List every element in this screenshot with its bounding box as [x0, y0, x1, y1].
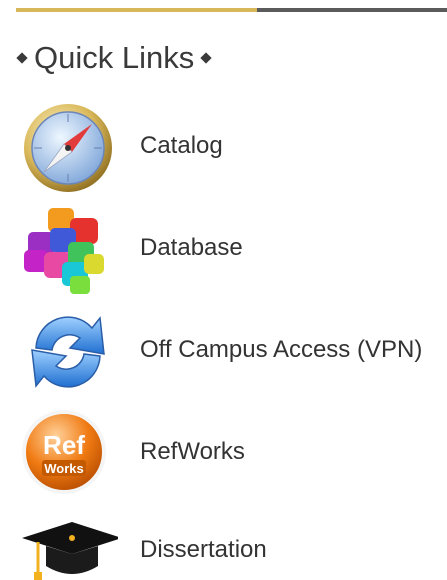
link-label[interactable]: Dissertation [140, 500, 267, 580]
link-refworks[interactable]: Ref Works RefWorks [0, 402, 447, 502]
diamond-left-icon [16, 52, 28, 64]
badge-works-text: Works [44, 461, 84, 476]
quick-links-heading: Quick Links [16, 36, 212, 80]
badge-ref-text: Ref [43, 430, 85, 460]
link-label[interactable]: Catalog [140, 96, 223, 196]
link-label[interactable]: RefWorks [140, 402, 245, 502]
link-off-campus-access[interactable]: Off Campus Access (VPN) [0, 300, 447, 400]
link-catalog[interactable]: Catalog [0, 96, 447, 196]
compass-icon[interactable] [18, 96, 118, 196]
top-divider-gold [16, 8, 257, 12]
refworks-badge-icon[interactable]: Ref Works [18, 402, 118, 502]
refresh-arrows-icon[interactable] [18, 300, 118, 400]
top-divider [16, 8, 447, 12]
link-label[interactable]: Database [140, 198, 243, 298]
graduation-cap-icon[interactable] [18, 500, 122, 580]
colored-cubes-icon[interactable] [18, 198, 118, 298]
top-divider-dark [257, 8, 447, 12]
link-dissertation[interactable]: Dissertation [0, 500, 447, 580]
quick-links-title: Quick Links [34, 40, 195, 75]
link-label[interactable]: Off Campus Access (VPN) [140, 300, 422, 400]
diamond-right-icon [200, 52, 212, 64]
link-database[interactable]: Database [0, 198, 447, 298]
